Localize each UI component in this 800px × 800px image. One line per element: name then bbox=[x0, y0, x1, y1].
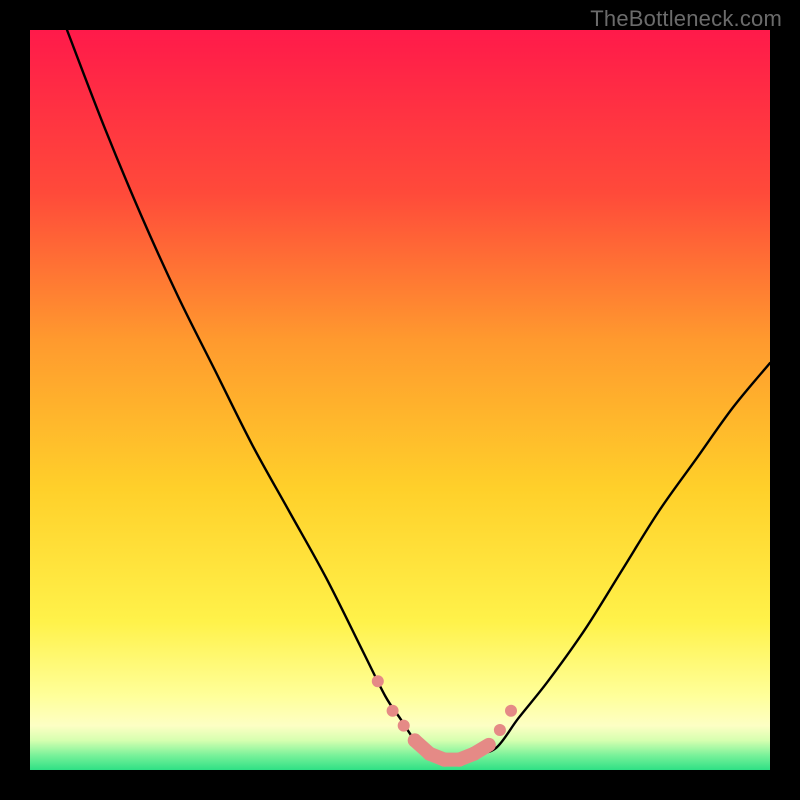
chart-frame: TheBottleneck.com bbox=[0, 0, 800, 800]
curve-marker bbox=[387, 705, 399, 717]
watermark-text: TheBottleneck.com bbox=[590, 6, 782, 32]
curve-marker bbox=[437, 753, 451, 767]
curve-marker bbox=[494, 724, 506, 736]
curve-marker bbox=[452, 753, 466, 767]
curve-marker bbox=[408, 733, 422, 747]
curve-marker bbox=[398, 720, 410, 732]
gradient-bg bbox=[30, 30, 770, 770]
chart-svg bbox=[30, 30, 770, 770]
curve-marker bbox=[505, 705, 517, 717]
curve-marker bbox=[372, 675, 384, 687]
curve-marker bbox=[423, 747, 437, 761]
curve-marker bbox=[467, 747, 481, 761]
plot-area bbox=[30, 30, 770, 770]
curve-marker bbox=[483, 739, 495, 751]
